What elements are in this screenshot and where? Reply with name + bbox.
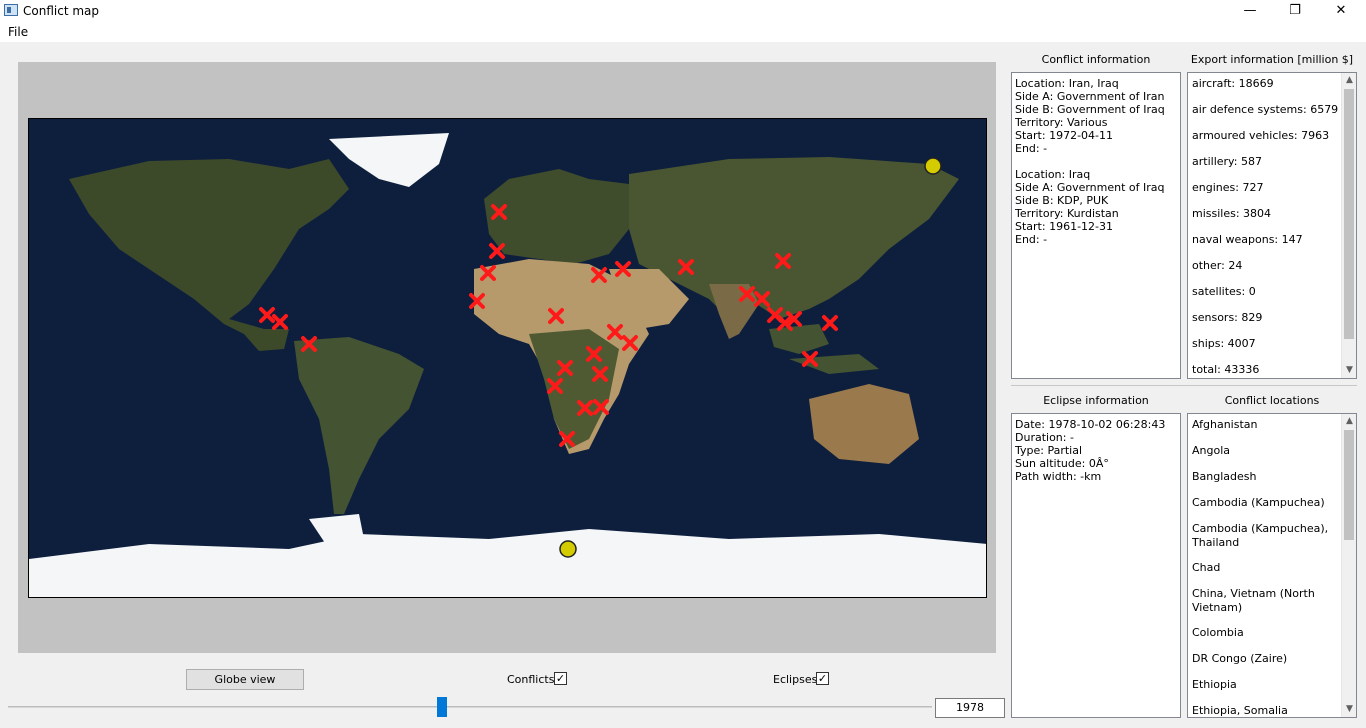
scroll-up-icon[interactable]: ▲ (1342, 73, 1356, 88)
list-item[interactable]: sensors: 829 (1188, 307, 1356, 333)
globe-view-button[interactable]: Globe view (186, 669, 304, 690)
conflict-locations-list[interactable]: Afghanistan Angola Bangladesh Cambodia (… (1187, 413, 1357, 718)
window-title: Conflict map (23, 4, 99, 18)
conflict-info-title: Conflict information (1041, 53, 1151, 66)
export-info-title: Export information [million $] (1190, 53, 1354, 66)
conflict-info-box[interactable]: Location: Iran, Iraq Side A: Government … (1011, 72, 1181, 379)
list-item[interactable]: Afghanistan (1188, 414, 1356, 440)
export-scrollbar[interactable]: ▲ ▼ (1341, 73, 1356, 378)
list-item[interactable]: missiles: 3804 (1188, 203, 1356, 229)
menu-bar: File (0, 22, 1366, 42)
list-item[interactable]: Cambodia (Kampuchea) (1188, 492, 1356, 518)
list-item[interactable]: artillery: 587 (1188, 151, 1356, 177)
scroll-thumb[interactable] (1344, 430, 1354, 540)
app-icon (4, 4, 18, 16)
list-item[interactable]: aircraft: 18669 (1188, 73, 1356, 99)
conflicts-checkbox[interactable]: ✓ (554, 672, 567, 685)
list-item[interactable]: air defence systems: 6579 (1188, 99, 1356, 125)
list-item[interactable]: DR Congo (Zaire) (1188, 648, 1356, 674)
list-item[interactable]: total: 43336 (1188, 359, 1356, 378)
eclipses-checkbox[interactable]: ✓ (816, 672, 829, 685)
map-view[interactable] (18, 62, 996, 653)
list-item[interactable]: Chad (1188, 557, 1356, 583)
close-button[interactable]: ✕ (1318, 0, 1364, 22)
title-bar: Conflict map — ❐ ✕ (0, 0, 1366, 22)
scroll-up-icon[interactable]: ▲ (1342, 414, 1356, 429)
menu-file[interactable]: File (8, 25, 28, 39)
list-item[interactable]: engines: 727 (1188, 177, 1356, 203)
maximize-button[interactable]: ❐ (1272, 0, 1318, 22)
year-slider-track[interactable] (8, 706, 932, 708)
locations-scrollbar[interactable]: ▲ ▼ (1341, 414, 1356, 717)
locations-list-items: Afghanistan Angola Bangladesh Cambodia (… (1188, 414, 1356, 717)
panel-divider (1011, 385, 1357, 386)
eclipse-info-title: Eclipse information (1043, 394, 1149, 407)
list-item[interactable]: satellites: 0 (1188, 281, 1356, 307)
list-item[interactable]: Bangladesh (1188, 466, 1356, 492)
eclipse-info-text: Date: 1978-10-02 06:28:43 Duration: - Ty… (1015, 418, 1166, 483)
list-item[interactable]: China, Vietnam (North Vietnam) (1188, 583, 1356, 622)
world-map[interactable] (28, 118, 987, 598)
minimize-button[interactable]: — (1227, 0, 1273, 22)
eclipse-info-box[interactable]: Date: 1978-10-02 06:28:43 Duration: - Ty… (1011, 413, 1181, 718)
eclipses-label: Eclipses (773, 673, 818, 686)
export-info-list[interactable]: aircraft: 18669 air defence systems: 657… (1187, 72, 1357, 379)
conflicts-label: Conflicts (507, 673, 555, 686)
conflict-info-text: Location: Iran, Iraq Side A: Government … (1015, 77, 1165, 246)
world-map-graphic (29, 119, 986, 597)
list-item[interactable]: naval weapons: 147 (1188, 229, 1356, 255)
list-item[interactable]: other: 24 (1188, 255, 1356, 281)
year-slider-handle[interactable] (437, 697, 447, 717)
scroll-down-icon[interactable]: ▼ (1342, 363, 1356, 378)
export-list-items: aircraft: 18669 air defence systems: 657… (1188, 73, 1356, 378)
list-item[interactable]: Ethiopia (1188, 674, 1356, 700)
scroll-down-icon[interactable]: ▼ (1342, 702, 1356, 717)
list-item[interactable]: armoured vehicles: 7963 (1188, 125, 1356, 151)
list-item[interactable]: Cambodia (Kampuchea), Thailand (1188, 518, 1356, 557)
conflict-locations-title: Conflict locations (1224, 394, 1320, 407)
list-item[interactable]: Angola (1188, 440, 1356, 466)
list-item[interactable]: Ethiopia, Somalia (1188, 700, 1356, 717)
scroll-thumb[interactable] (1344, 89, 1354, 339)
list-item[interactable]: Colombia (1188, 622, 1356, 648)
year-display[interactable]: 1978 (935, 698, 1005, 718)
list-item[interactable]: ships: 4007 (1188, 333, 1356, 359)
